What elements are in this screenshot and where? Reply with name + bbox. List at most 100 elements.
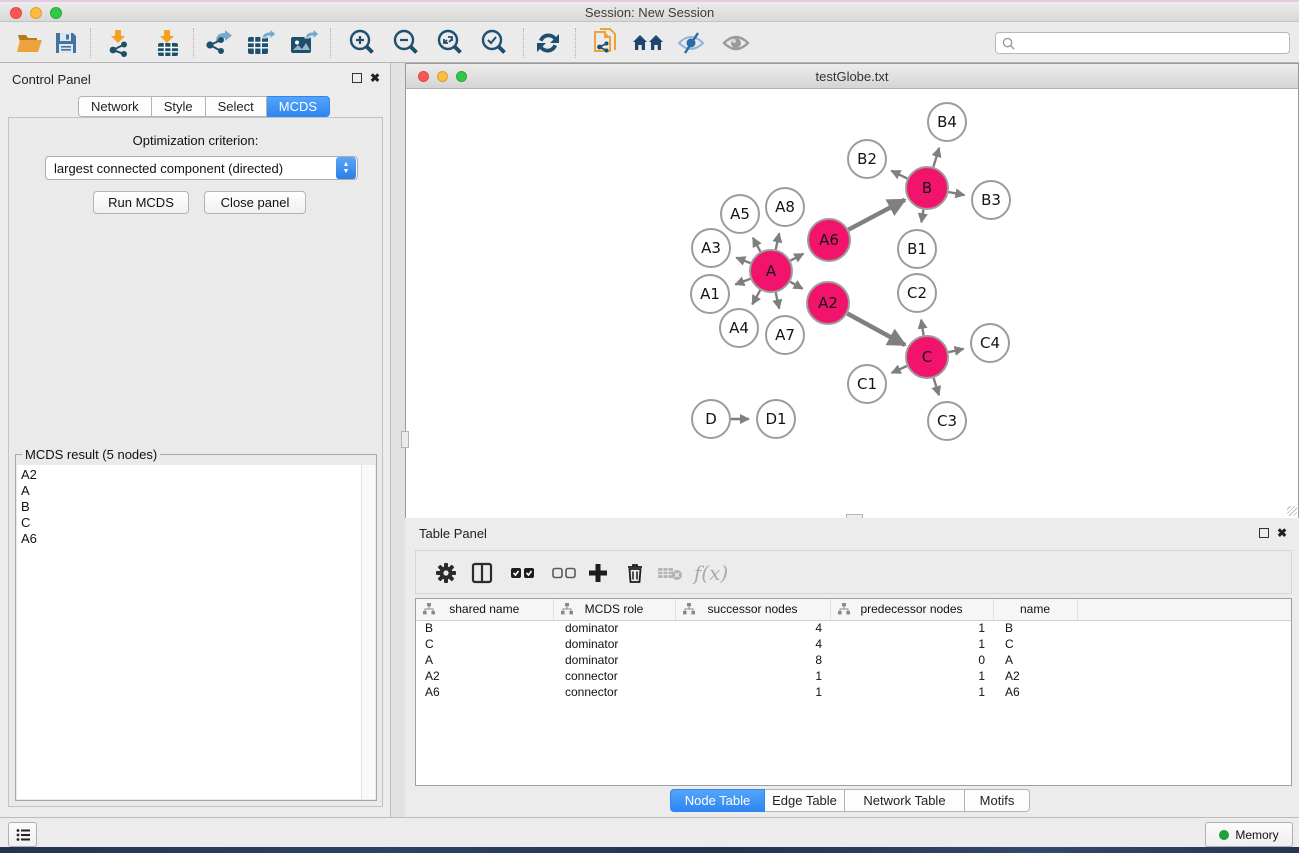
- function-builder-button[interactable]: f(x): [694, 556, 728, 590]
- graph-node-C3[interactable]: C3: [928, 402, 966, 440]
- mcds-result-item[interactable]: A2: [21, 467, 361, 483]
- graph-edge-A-A6[interactable]: [790, 254, 803, 261]
- mcds-result-item[interactable]: A: [21, 483, 361, 499]
- graph-node-A6[interactable]: A6: [808, 219, 850, 261]
- tab-network-table[interactable]: Network Table: [845, 789, 965, 812]
- open-session-button[interactable]: [12, 26, 48, 60]
- column-view-button[interactable]: [465, 556, 499, 590]
- refresh-layout-button[interactable]: [530, 26, 566, 60]
- new-network-button[interactable]: [587, 26, 623, 60]
- table-cell[interactable]: C: [416, 636, 553, 652]
- memory-button[interactable]: Memory: [1205, 822, 1293, 847]
- table-cell[interactable]: 4: [675, 620, 830, 636]
- delete-table-button[interactable]: [653, 556, 687, 590]
- graph-edge-A6-B[interactable]: [848, 200, 904, 230]
- column-header-shared-name[interactable]: shared name: [416, 599, 553, 620]
- graph-node-A3[interactable]: A3: [692, 229, 730, 267]
- save-session-button[interactable]: [48, 26, 84, 60]
- table-settings-button[interactable]: [429, 556, 463, 590]
- delete-column-button[interactable]: [618, 556, 652, 590]
- graph-node-B4[interactable]: B4: [928, 103, 966, 141]
- task-history-button[interactable]: [8, 822, 37, 847]
- tab-node-table[interactable]: Node Table: [670, 789, 765, 812]
- table-cell[interactable]: B: [993, 620, 1077, 636]
- graph-edge-B-B1[interactable]: [921, 210, 923, 223]
- table-cell[interactable]: A: [416, 652, 553, 668]
- table-cell[interactable]: C: [993, 636, 1077, 652]
- graph-edge-A2-C[interactable]: [847, 314, 905, 345]
- tab-network[interactable]: Network: [78, 96, 152, 117]
- table-cell[interactable]: B: [416, 620, 553, 636]
- select-all-columns-button[interactable]: [506, 556, 540, 590]
- tab-motifs[interactable]: Motifs: [965, 789, 1030, 812]
- column-header-mcds-role[interactable]: MCDS role: [553, 599, 675, 620]
- mcds-result-item[interactable]: A6: [21, 531, 361, 547]
- import-table-button[interactable]: [149, 26, 185, 60]
- close-panel-icon[interactable]: ✖: [370, 73, 380, 83]
- graph-edge-A-A5[interactable]: [753, 238, 761, 252]
- table-cell[interactable]: A: [993, 652, 1077, 668]
- table-cell[interactable]: A6: [993, 684, 1077, 700]
- table-row[interactable]: Cdominator41C: [416, 636, 1292, 652]
- search-input[interactable]: [1015, 34, 1289, 52]
- run-mcds-button[interactable]: Run MCDS: [93, 191, 189, 214]
- table-cell[interactable]: A2: [993, 668, 1077, 684]
- graph-edge-A-A1[interactable]: [735, 279, 750, 285]
- tab-mcds[interactable]: MCDS: [267, 96, 330, 117]
- graph-edge-A-A7[interactable]: [776, 292, 780, 308]
- table-row[interactable]: Bdominator41B: [416, 620, 1292, 636]
- table-cell[interactable]: dominator: [553, 620, 675, 636]
- import-network-button[interactable]: [102, 26, 138, 60]
- graph-node-C4[interactable]: C4: [971, 324, 1009, 362]
- graph-edge-C-C1[interactable]: [892, 366, 907, 373]
- zoom-selected-button[interactable]: [476, 26, 512, 60]
- table-cell[interactable]: connector: [553, 684, 675, 700]
- graph-edge-A-A3[interactable]: [736, 258, 750, 263]
- add-column-button[interactable]: [581, 556, 615, 590]
- result-scrollbar[interactable]: [361, 465, 375, 799]
- graph-edge-B-B4[interactable]: [933, 148, 939, 167]
- table-cell[interactable]: 1: [830, 636, 993, 652]
- column-header-name[interactable]: name: [993, 599, 1077, 620]
- criterion-dropdown[interactable]: largest connected component (directed) ▲…: [45, 156, 358, 180]
- zoom-fit-button[interactable]: [432, 26, 468, 60]
- graph-node-A1[interactable]: A1: [691, 275, 729, 313]
- graph-node-D[interactable]: D: [692, 400, 730, 438]
- table-row[interactable]: A2connector11A2: [416, 668, 1292, 684]
- graph-edge-B-B2[interactable]: [891, 171, 907, 179]
- table-cell[interactable]: 1: [830, 668, 993, 684]
- table-cell[interactable]: dominator: [553, 636, 675, 652]
- table-row[interactable]: A6connector11A6: [416, 684, 1292, 700]
- table-cell[interactable]: A6: [416, 684, 553, 700]
- export-table-button[interactable]: [243, 26, 279, 60]
- graph-edge-C-C4[interactable]: [948, 349, 963, 352]
- column-header-predecessor-nodes[interactable]: predecessor nodes: [830, 599, 993, 620]
- graph-edge-B-B3[interactable]: [949, 192, 965, 195]
- birdseye-toggle-handle[interactable]: [401, 431, 409, 448]
- search-field[interactable]: [995, 32, 1290, 54]
- show-selected-button[interactable]: [718, 26, 754, 60]
- table-cell[interactable]: dominator: [553, 652, 675, 668]
- export-network-button[interactable]: [200, 26, 236, 60]
- graph-edge-C-C2[interactable]: [921, 320, 923, 336]
- graph-edge-C-C3[interactable]: [934, 378, 939, 395]
- mcds-result-item[interactable]: B: [21, 499, 361, 515]
- graph-edge-A-A2[interactable]: [790, 282, 803, 289]
- table-cell[interactable]: 4: [675, 636, 830, 652]
- show-all-button[interactable]: [630, 26, 666, 60]
- tab-style[interactable]: Style: [152, 96, 206, 117]
- network-window-titlebar[interactable]: testGlobe.txt: [406, 64, 1298, 89]
- tab-select[interactable]: Select: [206, 96, 267, 117]
- table-cell[interactable]: connector: [553, 668, 675, 684]
- export-image-button[interactable]: [286, 26, 322, 60]
- graph-node-A5[interactable]: A5: [721, 195, 759, 233]
- graph-node-C[interactable]: C: [906, 336, 948, 378]
- table-cell[interactable]: 1: [675, 684, 830, 700]
- graph-node-A[interactable]: A: [750, 250, 792, 292]
- table-cell[interactable]: 0: [830, 652, 993, 668]
- graph-node-C2[interactable]: C2: [898, 274, 936, 312]
- graph-node-A8[interactable]: A8: [766, 188, 804, 226]
- window-resize-grip[interactable]: [1287, 506, 1297, 516]
- close-panel-icon[interactable]: ✖: [1277, 528, 1287, 538]
- graph-node-B2[interactable]: B2: [848, 140, 886, 178]
